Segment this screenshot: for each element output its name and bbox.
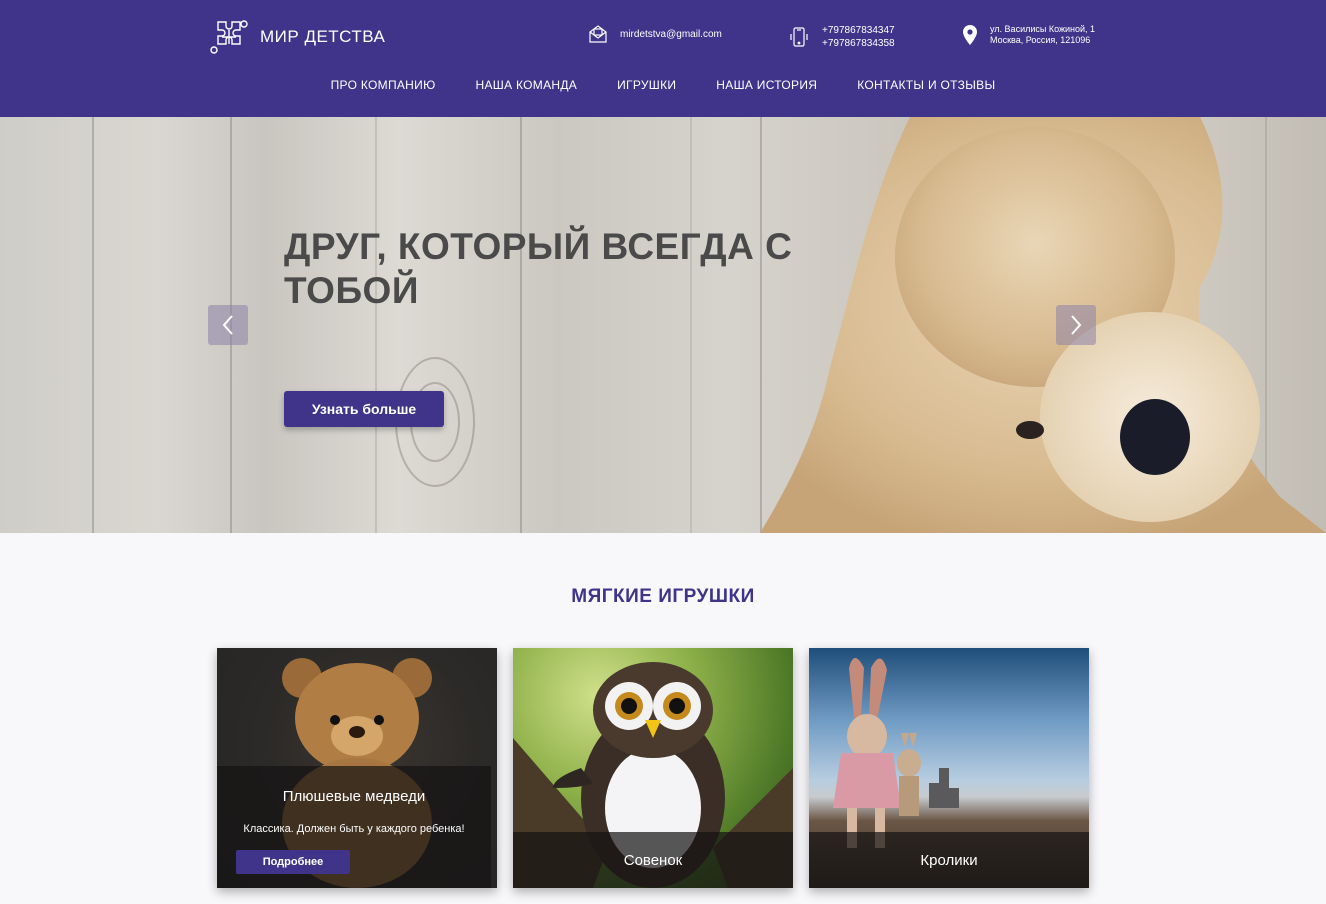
nav-history[interactable]: НАША ИСТОРИЯ (696, 78, 837, 92)
card-description: Классика. Должен быть у каждого ребенка! (243, 823, 465, 835)
phone-1: +797867834347 (822, 25, 895, 36)
card-overlay: Кролики (809, 832, 1089, 888)
envelope-icon (589, 25, 607, 43)
nav-contacts[interactable]: КОНТАКТЫ И ОТЗЫВЫ (837, 78, 1015, 92)
card-title: Плюшевые медведи (282, 788, 426, 805)
card-overlay: Совенок (513, 832, 793, 888)
slider-next-button[interactable] (1056, 305, 1096, 345)
hero-title: ДРУГ, КОТОРЫЙ ВСЕГДА С ТОБОЙ (284, 225, 844, 313)
hero-title-line-1: ДРУГ, КОТОРЫЙ ВСЕГДА С (284, 226, 793, 267)
map-pin-icon (963, 25, 977, 45)
address-line-1: ул. Василисы Кожиной, 1 (990, 24, 1096, 34)
teddy-bear-image (760, 117, 1326, 533)
site-header: МИР ДЕТСТВА mirdetstva@gmail.com +797867… (0, 0, 1326, 117)
contact-address[interactable]: ул. Василисы Кожиной, 1 Москва, Россия, … (962, 24, 1095, 46)
card-title: Кролики (920, 852, 978, 869)
nav-toys[interactable]: ИГРУШКИ (597, 78, 696, 92)
learn-more-button[interactable]: Узнать больше (284, 391, 444, 427)
phone-2: +797867834358 (822, 38, 895, 49)
contact-email[interactable]: mirdetstva@gmail.com (588, 24, 722, 44)
details-button[interactable]: Подробнее (236, 850, 350, 874)
toy-card-teddy-bears[interactable]: Плюшевые медведи Классика. Должен быть у… (217, 648, 497, 888)
brand-name: МИР ДЕТСТВА (260, 27, 386, 46)
nav-about[interactable]: ПРО КОМПАНИЮ (311, 78, 456, 92)
mobile-phone-icon (790, 27, 808, 47)
toy-card-owl[interactable]: Совенок (513, 648, 793, 888)
slider-prev-button[interactable] (208, 305, 248, 345)
main-nav: ПРО КОМПАНИЮ НАША КОМАНДА ИГРУШКИ НАША И… (0, 78, 1326, 92)
toy-card-rabbits[interactable]: Кролики (809, 648, 1089, 888)
chevron-right-icon (1071, 315, 1082, 335)
hero-slider: ДРУГ, КОТОРЫЙ ВСЕГДА С ТОБОЙ Узнать боль… (0, 117, 1326, 533)
soft-toys-heading: МЯГКИЕ ИГРУШКИ (571, 586, 755, 607)
contact-phone[interactable]: +797867834347 +797867834358 (788, 24, 895, 50)
nav-team[interactable]: НАША КОМАНДА (456, 78, 598, 92)
card-title: Совенок (623, 852, 683, 869)
email-text: mirdetstva@gmail.com (620, 28, 722, 40)
chevron-left-icon (222, 315, 233, 335)
address-line-2: Москва, Россия, 121096 (990, 35, 1091, 45)
logo[interactable]: МИР ДЕТСТВА (208, 16, 385, 58)
hero-title-line-2: ТОБОЙ (284, 270, 419, 311)
puzzle-logo-icon (210, 20, 248, 54)
